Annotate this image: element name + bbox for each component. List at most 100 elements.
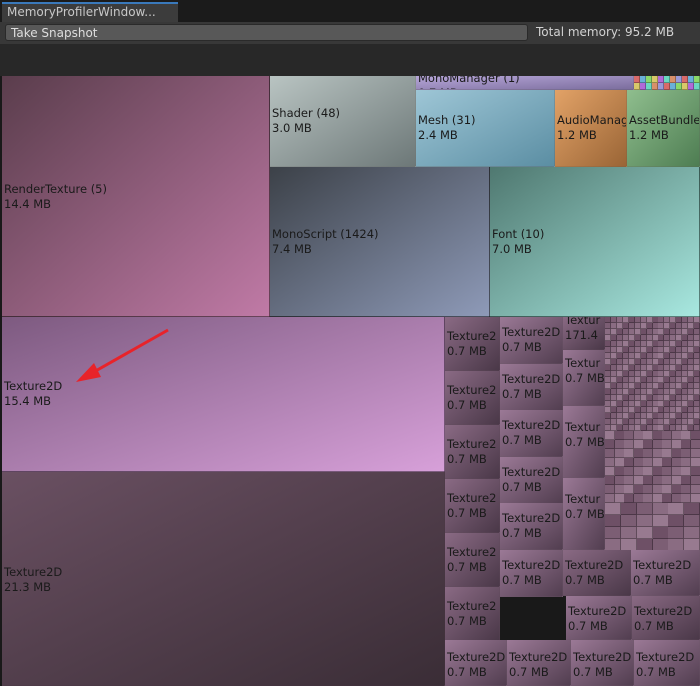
treemap-tiny-block[interactable] [681, 458, 691, 467]
treemap-tiny-block[interactable] [643, 476, 653, 485]
treemap-block-texture2d-small[interactable]: Texture2D 0.7 MB [445, 640, 507, 686]
treemap-tiny-block[interactable] [614, 440, 625, 449]
treemap-tiny-block[interactable] [643, 449, 653, 458]
treemap-block-texture2d-small[interactable]: Texture2 0.7 MB [445, 317, 500, 371]
treemap-block-texture2d-small[interactable]: Texture2D 0.7 MB [563, 550, 631, 596]
treemap-tiny-block[interactable] [614, 467, 625, 476]
treemap-tiny-block[interactable] [624, 449, 634, 458]
treemap-tiny-block[interactable] [636, 527, 653, 539]
treemap-tiny-block[interactable] [652, 515, 669, 527]
treemap-tiny-block[interactable] [690, 458, 700, 467]
treemap-tiny-block[interactable] [620, 527, 637, 539]
treemap-tiny-block[interactable] [662, 440, 672, 449]
treemap-tiny-block[interactable] [643, 494, 653, 503]
treemap-tiny-block[interactable] [624, 458, 634, 467]
treemap-tiny-block[interactable] [624, 485, 634, 494]
treemap-tiny-block[interactable] [636, 503, 653, 515]
take-snapshot-button[interactable]: Take Snapshot [5, 24, 528, 41]
treemap-tiny-block[interactable] [681, 467, 691, 476]
treemap-tiny-block[interactable] [690, 476, 700, 485]
treemap-tiny-block[interactable] [605, 515, 621, 527]
treemap-tiny-block[interactable] [643, 458, 653, 467]
treemap-block-texture2d-small[interactable]: Texture2D 0.7 MB [632, 596, 700, 640]
treemap-tiny-block[interactable] [662, 449, 672, 458]
treemap-block-texture2d-small[interactable]: Texture2 0.7 MB [445, 533, 500, 587]
treemap-block-texture2d-small[interactable]: Texture2D 0.7 MB [571, 640, 634, 686]
treemap-tiny-block[interactable] [662, 467, 672, 476]
treemap-tiny-block[interactable] [684, 527, 700, 539]
treemap-tiny-block[interactable] [662, 485, 672, 494]
treemap-tiny-block[interactable] [633, 494, 644, 503]
treemap-tiny-block[interactable] [633, 458, 644, 467]
treemap-block-texture2d-small[interactable]: Texture2D 0.7 MB [634, 640, 700, 686]
treemap-tiny-block[interactable] [633, 476, 644, 485]
treemap-block-texture2d-small[interactable]: Textur 0.7 MB [563, 406, 605, 478]
treemap-tiny-block[interactable] [690, 467, 700, 476]
treemap-tiny-block[interactable] [624, 440, 634, 449]
treemap-tiny-block[interactable] [614, 431, 625, 440]
treemap-tiny-block[interactable] [668, 503, 685, 515]
treemap-tiny-block[interactable] [652, 449, 663, 458]
treemap-tiny-block[interactable] [633, 485, 644, 494]
treemap-block-texture2d-small[interactable]: Texture2D 0.7 MB [500, 503, 563, 550]
treemap-tiny-block[interactable] [690, 440, 700, 449]
treemap-block-texture2d-small[interactable]: Texture2D 0.7 MB [507, 640, 571, 686]
treemap-tiny-block[interactable] [605, 527, 621, 539]
treemap-tiny-block[interactable] [633, 467, 644, 476]
treemap-tiny-block[interactable] [671, 458, 682, 467]
treemap-tiny-block[interactable] [690, 485, 700, 494]
treemap-tiny-block[interactable] [690, 449, 700, 458]
treemap-tiny-block[interactable] [633, 449, 644, 458]
treemap-tiny-block[interactable] [605, 494, 615, 503]
treemap-block-texture2d-small[interactable]: Texture2D 0.7 MB [631, 550, 700, 596]
treemap-block-texture2d-small[interactable]: Texture2 0.7 MB [445, 479, 500, 533]
treemap-tiny-block[interactable] [605, 467, 615, 476]
treemap-tiny-block[interactable] [690, 431, 700, 440]
treemap-tiny-block[interactable] [652, 527, 669, 539]
treemap-tiny-block[interactable] [605, 485, 615, 494]
treemap-block-render-texture[interactable]: RenderTexture (5) 14.4 MB [2, 76, 270, 317]
treemap-tiny-block[interactable] [624, 476, 634, 485]
treemap-tiny-block[interactable] [668, 515, 685, 527]
treemap-block-texture2d-small[interactable]: Texture2D 0.7 MB [500, 457, 563, 504]
treemap-tiny-block[interactable] [684, 515, 700, 527]
treemap-block-texture2d-large[interactable]: Texture2D 15.4 MB [2, 317, 445, 472]
treemap-tiny-block[interactable] [684, 503, 700, 515]
treemap-tiny-block[interactable] [633, 431, 644, 440]
treemap-tiny-block[interactable] [668, 527, 685, 539]
treemap-tiny-block[interactable] [605, 431, 615, 440]
treemap-tiny-block[interactable] [605, 449, 615, 458]
treemap-tiny-block[interactable] [681, 485, 691, 494]
treemap-tiny-block[interactable] [671, 485, 682, 494]
treemap-tiny-block[interactable] [681, 449, 691, 458]
treemap-tiny-block[interactable] [662, 431, 672, 440]
treemap-tiny-block[interactable] [620, 503, 637, 515]
treemap-tiny-block[interactable] [605, 458, 615, 467]
treemap-tiny-block[interactable] [681, 431, 691, 440]
treemap-block-asset-bundle[interactable]: AssetBundle 1.2 MB [627, 90, 700, 167]
treemap-tiny-block[interactable] [694, 76, 700, 83]
treemap-tiny-block[interactable] [652, 485, 663, 494]
treemap-tiny-block[interactable] [694, 83, 700, 90]
treemap-block-shader[interactable]: Shader (48) 3.0 MB [270, 76, 416, 167]
treemap-block-texture2d-small[interactable]: Texture2D 0.7 MB [500, 364, 563, 411]
treemap-block-texture2d-small[interactable]: Texture2D 0.7 MB [500, 550, 563, 597]
treemap-tiny-block[interactable] [643, 440, 653, 449]
treemap-tiny-block[interactable] [671, 449, 682, 458]
treemap-block-texture2d-small[interactable]: Texture2D 0.7 MB [566, 596, 632, 640]
treemap-tiny-block[interactable] [652, 503, 669, 515]
treemap-tiny-block[interactable] [662, 476, 672, 485]
treemap-tiny-block[interactable] [614, 449, 625, 458]
treemap-block-texture2d-small[interactable]: Texture2 0.7 MB [445, 425, 500, 479]
treemap-block-texture2d-xlarge[interactable]: Texture2D 21.3 MB [2, 472, 445, 686]
treemap-tiny-block[interactable] [671, 440, 682, 449]
treemap-tiny-block[interactable] [614, 476, 625, 485]
treemap-block-texture2d-small[interactable]: Texture2D 0.7 MB [500, 317, 563, 364]
treemap-tiny-block[interactable] [671, 476, 682, 485]
treemap-tiny-block[interactable] [652, 494, 663, 503]
treemap-block-mono-manager[interactable]: MonoManager (1)0.7 MB [416, 76, 634, 90]
treemap-tiny-block[interactable] [671, 494, 682, 503]
treemap-tiny-block[interactable] [636, 515, 653, 527]
treemap-tiny-block[interactable] [633, 440, 644, 449]
treemap-tiny-block[interactable] [605, 440, 615, 449]
